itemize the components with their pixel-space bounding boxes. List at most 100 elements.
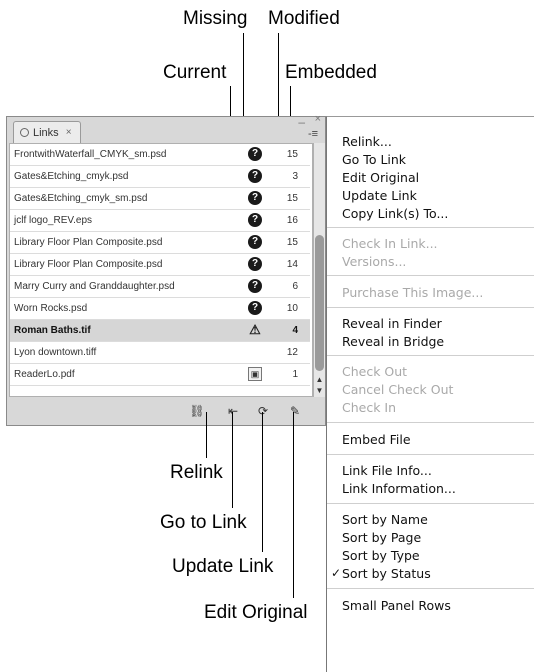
menu-separator	[327, 503, 534, 504]
minimize-button[interactable]: –	[298, 115, 305, 129]
table-row-selected[interactable]: Roman Baths.tif ⚠ 4	[10, 320, 310, 342]
callout-relink: Relink	[170, 462, 223, 483]
menu-item-link-information[interactable]: Link Information...	[342, 481, 456, 496]
update-link-icon[interactable]: ⟳	[253, 403, 273, 419]
missing-status-icon: ?	[248, 147, 262, 161]
page-number[interactable]: 1	[282, 369, 298, 380]
tab-close-icon[interactable]: ×	[66, 127, 72, 138]
link-name: Library Floor Plan Composite.psd	[14, 259, 163, 270]
callout-go-to-link: Go to Link	[160, 512, 247, 533]
menu-item-small-panel-rows[interactable]: Small Panel Rows	[342, 598, 451, 613]
menu-separator	[327, 307, 534, 308]
menu-item-go-to-link[interactable]: Go To Link	[342, 152, 406, 167]
table-row[interactable]: jclf logo_REV.eps ? 16	[10, 210, 310, 232]
page-number[interactable]: 3	[282, 171, 298, 182]
menu-item-update-link[interactable]: Update Link	[342, 188, 417, 203]
menu-item-check-in-link: Check In Link...	[342, 236, 438, 251]
page-number[interactable]: 10	[282, 303, 298, 314]
menu-item-purchase-image: Purchase This Image...	[342, 285, 484, 300]
missing-status-icon: ?	[248, 301, 262, 315]
missing-status-icon: ?	[248, 191, 262, 205]
panel-header: Links × – × -≡	[7, 113, 325, 143]
menu-separator	[327, 588, 534, 589]
link-name: Marry Curry and Granddaughter.psd	[14, 281, 175, 292]
menu-item-sort-by-type[interactable]: Sort by Type	[342, 548, 420, 563]
missing-status-icon: ?	[248, 235, 262, 249]
relink-icon[interactable]: ⛓	[187, 403, 207, 419]
table-row[interactable]: Gates&Etching_cmyk_sm.psd ? 15	[10, 188, 310, 210]
table-row[interactable]: ReaderLo.pdf ▣ 1	[10, 364, 310, 386]
menu-separator	[327, 422, 534, 423]
menu-item-reveal-in-finder[interactable]: Reveal in Finder	[342, 316, 442, 331]
scroll-up-arrow-icon[interactable]: ▲	[315, 375, 324, 384]
menu-item-sort-by-status[interactable]: Sort by Status	[342, 566, 431, 581]
go-to-link-icon[interactable]: ⇤	[223, 403, 243, 419]
links-list: FrontwithWaterfall_CMYK_sm.psd ? 15 Gate…	[9, 143, 313, 397]
page-number[interactable]: 16	[282, 215, 298, 226]
menu-separator	[327, 227, 534, 228]
link-name: ReaderLo.pdf	[14, 369, 75, 380]
menu-item-check-in: Check In	[342, 400, 397, 415]
link-name: Lyon downtown.tiff	[14, 347, 97, 358]
callout-modified: Modified	[268, 8, 340, 29]
link-name: Roman Baths.tif	[14, 325, 91, 336]
menu-item-versions: Versions...	[342, 254, 407, 269]
callout-missing: Missing	[183, 8, 248, 29]
scroll-down-arrow-icon[interactable]: ▼	[315, 386, 324, 395]
missing-status-icon: ?	[248, 279, 262, 293]
leader-update-link	[262, 412, 263, 552]
table-row[interactable]: Marry Curry and Granddaughter.psd ? 6	[10, 276, 310, 298]
tab-grip-icon	[20, 128, 29, 137]
table-row[interactable]: FrontwithWaterfall_CMYK_sm.psd ? 15	[10, 144, 310, 166]
table-row[interactable]: Library Floor Plan Composite.psd ? 14	[10, 254, 310, 276]
links-panel-menu: Relink... Go To Link Edit Original Updat…	[326, 116, 534, 672]
embedded-status-icon: ▣	[248, 367, 262, 381]
table-row[interactable]: Gates&Etching_cmyk.psd ? 3	[10, 166, 310, 188]
callout-current: Current	[163, 62, 227, 83]
menu-item-relink[interactable]: Relink...	[342, 134, 392, 149]
menu-separator	[327, 454, 534, 455]
table-row[interactable]: Lyon downtown.tiff 12	[10, 342, 310, 364]
close-panel-button[interactable]: ×	[315, 113, 321, 125]
table-row[interactable]: Worn Rocks.psd ? 10	[10, 298, 310, 320]
callout-embedded: Embedded	[285, 62, 377, 83]
menu-item-reveal-in-bridge[interactable]: Reveal in Bridge	[342, 334, 444, 349]
callout-edit-original: Edit Original	[204, 602, 308, 623]
page-number[interactable]: 4	[282, 325, 298, 336]
edit-original-icon[interactable]: ✎	[285, 403, 305, 419]
menu-item-cancel-check-out: Cancel Check Out	[342, 382, 454, 397]
panel-toolbar: ⛓ ⇤ ⟳ ✎	[7, 399, 325, 425]
menu-item-edit-original[interactable]: Edit Original	[342, 170, 419, 185]
checkmark-icon: ✓	[331, 566, 342, 580]
link-name: jclf logo_REV.eps	[14, 215, 93, 226]
missing-status-icon: ?	[248, 213, 262, 227]
callout-update-link: Update Link	[172, 556, 274, 577]
menu-item-copy-links-to[interactable]: Copy Link(s) To...	[342, 206, 448, 221]
page-number[interactable]: 12	[282, 347, 298, 358]
link-name: Gates&Etching_cmyk_sm.psd	[14, 193, 148, 204]
links-panel: Links × – × -≡ FrontwithWaterfall_CMYK_s…	[6, 113, 326, 426]
page-number[interactable]: 14	[282, 259, 298, 270]
page-number[interactable]: 6	[282, 281, 298, 292]
table-row[interactable]: Library Floor Plan Composite.psd ? 15	[10, 232, 310, 254]
menu-item-check-out: Check Out	[342, 364, 408, 379]
page-number[interactable]: 15	[282, 193, 298, 204]
menu-separator	[327, 275, 534, 276]
page-number[interactable]: 15	[282, 149, 298, 160]
panel-menu-button[interactable]: -≡	[305, 127, 321, 141]
link-name: Worn Rocks.psd	[14, 303, 88, 314]
page-number[interactable]: 15	[282, 237, 298, 248]
menu-item-embed-file[interactable]: Embed File	[342, 432, 411, 447]
leader-edit-original	[293, 412, 294, 598]
scrollbar-thumb[interactable]	[315, 235, 324, 371]
menu-item-sort-by-name[interactable]: Sort by Name	[342, 512, 428, 527]
menu-separator	[327, 355, 534, 356]
menu-item-link-file-info[interactable]: Link File Info...	[342, 463, 432, 478]
leader-go-to-link	[232, 412, 233, 508]
tab-links[interactable]: Links ×	[13, 121, 81, 143]
missing-status-icon: ?	[248, 169, 262, 183]
link-name: Gates&Etching_cmyk.psd	[14, 171, 129, 182]
missing-status-icon: ?	[248, 257, 262, 271]
menu-item-sort-by-page[interactable]: Sort by Page	[342, 530, 421, 545]
list-scrollbar[interactable]: ▲ ▼	[313, 143, 325, 397]
